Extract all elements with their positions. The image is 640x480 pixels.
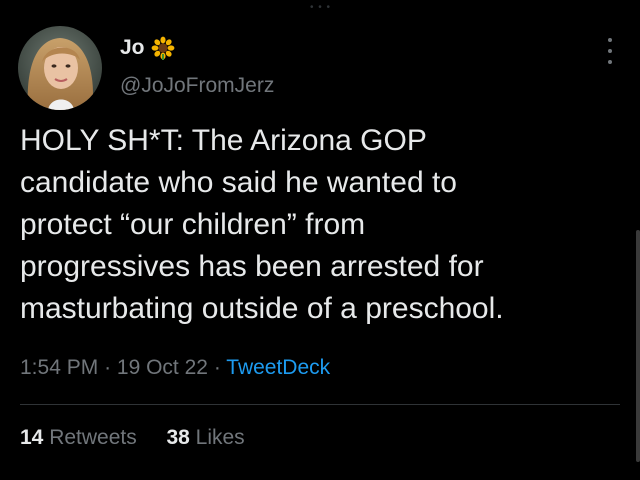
likes-label: Likes xyxy=(195,426,245,449)
sunflower-icon xyxy=(151,36,175,60)
top-handle-dots: • • • xyxy=(310,2,332,13)
tweet-date[interactable]: 19 Oct 22 xyxy=(117,356,208,379)
more-options-icon[interactable] xyxy=(600,38,620,64)
retweets-count: 14 xyxy=(20,426,44,449)
divider xyxy=(20,404,620,405)
tweet-text: HOLY SH*T: The Arizona GOP candidate who… xyxy=(20,124,504,325)
avatar-image xyxy=(18,26,102,110)
likes-count: 38 xyxy=(166,426,190,449)
tweet-source-link[interactable]: TweetDeck xyxy=(226,356,330,379)
display-name[interactable]: Jo xyxy=(120,36,175,60)
retweets-stat[interactable]: 14 Retweets xyxy=(20,426,143,449)
tweet-stats: 14 Retweets 38 Likes xyxy=(20,426,245,450)
user-handle[interactable]: @JoJoFromJerz xyxy=(120,74,274,98)
avatar[interactable] xyxy=(18,26,102,110)
tweet-meta: 1:54 PM · 19 Oct 22 · TweetDeck xyxy=(20,356,330,380)
retweets-label: Retweets xyxy=(49,426,137,449)
display-name-text: Jo xyxy=(120,36,145,59)
meta-separator: · xyxy=(213,356,221,379)
tweet-time[interactable]: 1:54 PM xyxy=(20,356,98,379)
likes-stat[interactable]: 38 Likes xyxy=(166,426,244,449)
meta-separator: · xyxy=(104,356,112,379)
scrollbar[interactable] xyxy=(636,230,640,462)
